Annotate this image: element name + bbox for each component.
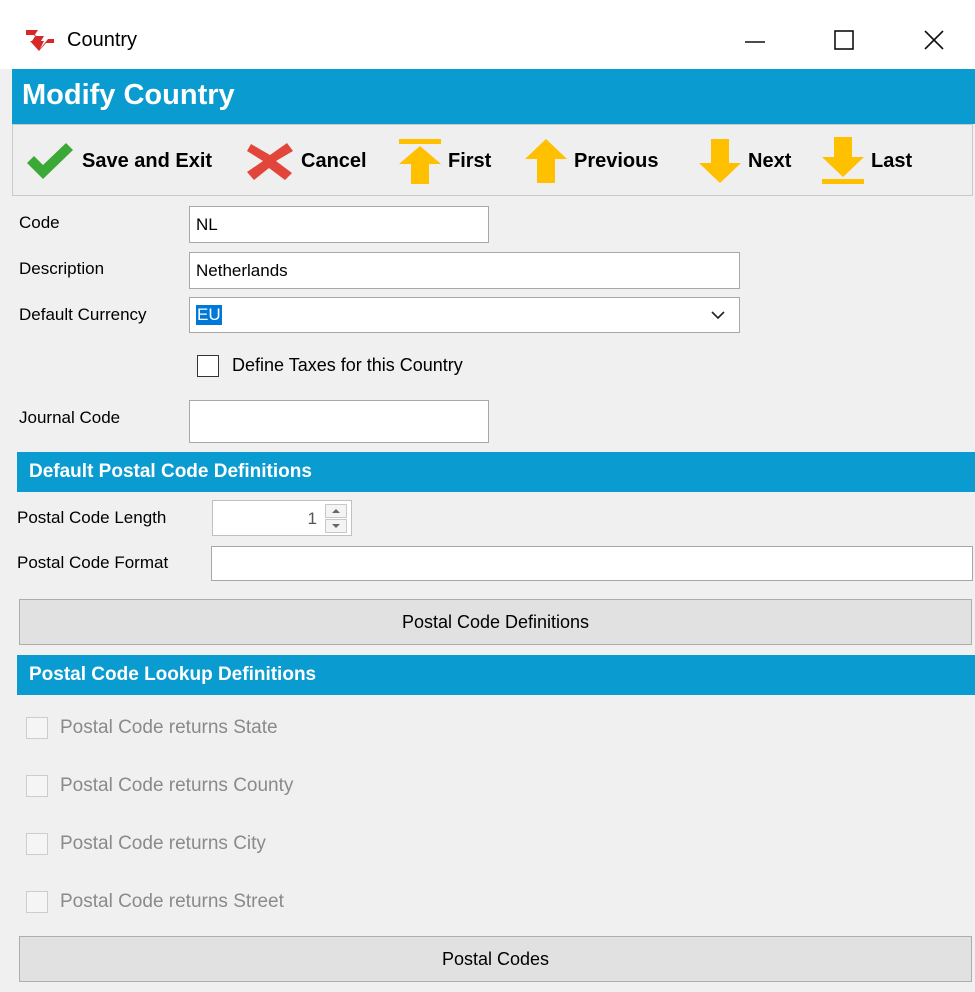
postal-code-length-label: Postal Code Length <box>17 508 167 527</box>
save-and-exit-button[interactable]: Save and Exit <box>24 136 212 186</box>
postal-code-format-label: Postal Code Format <box>17 553 169 572</box>
code-field[interactable]: NL <box>189 206 489 243</box>
postal-codes-button[interactable]: Postal Codes <box>19 936 972 982</box>
returns-city-label: Postal Code returns City <box>60 833 266 854</box>
previous-button[interactable]: Previous <box>524 136 658 186</box>
checkmark-icon <box>27 143 73 179</box>
define-taxes-label: Define Taxes for this Country <box>232 355 463 375</box>
postal-code-length-stepper[interactable]: 1 <box>212 500 352 536</box>
page-title: Modify Country <box>22 79 235 111</box>
cancel-label: Cancel <box>301 149 367 172</box>
postal-code-definitions-button[interactable]: Postal Code Definitions <box>19 599 972 645</box>
postal-code-format-field[interactable] <box>211 546 973 581</box>
postal-lookup-section-header: Postal Code Lookup Definitions <box>17 655 975 695</box>
stepper-down-button[interactable] <box>325 519 347 533</box>
code-label: Code <box>19 213 60 232</box>
postal-code-length-value: 1 <box>307 509 317 528</box>
default-currency-select[interactable]: EU <box>189 297 740 333</box>
returns-street-checkbox[interactable] <box>26 891 48 913</box>
caret-up-icon <box>332 509 340 513</box>
description-label: Description <box>19 259 105 278</box>
stepper-up-button[interactable] <box>325 504 347 518</box>
window-title: Country <box>67 29 138 51</box>
next-button[interactable]: Next <box>698 136 791 186</box>
next-label: Next <box>748 149 792 172</box>
minimize-button[interactable] <box>733 20 777 60</box>
chevron-down-icon <box>711 311 725 320</box>
save-and-exit-label: Save and Exit <box>82 149 213 172</box>
journal-code-field[interactable] <box>189 400 489 443</box>
last-label: Last <box>871 149 913 172</box>
returns-state-label: Postal Code returns State <box>60 717 278 738</box>
journal-code-label: Journal Code <box>19 408 121 427</box>
arrow-first-icon <box>399 139 441 184</box>
maximize-icon <box>834 30 854 50</box>
define-taxes-checkbox[interactable] <box>197 355 219 377</box>
returns-county-label: Postal Code returns County <box>60 775 294 796</box>
first-label: First <box>448 149 492 172</box>
minimize-icon <box>745 41 765 43</box>
selected-currency: EU <box>196 305 222 325</box>
returns-city-checkbox[interactable] <box>26 833 48 855</box>
returns-state-checkbox[interactable] <box>26 717 48 739</box>
returns-county-checkbox[interactable] <box>26 775 48 797</box>
caret-down-icon <box>332 524 340 528</box>
arrow-up-icon <box>525 139 567 183</box>
returns-street-label: Postal Code returns Street <box>60 891 284 912</box>
last-button[interactable]: Last <box>821 136 912 186</box>
cancel-x-icon <box>247 143 293 180</box>
default-postal-section-header: Default Postal Code Definitions <box>17 452 975 492</box>
maximize-button[interactable] <box>822 20 866 60</box>
cancel-button[interactable]: Cancel <box>245 136 367 186</box>
arrow-down-icon <box>699 139 741 183</box>
first-button[interactable]: First <box>398 136 491 186</box>
arrow-last-icon <box>822 137 864 184</box>
description-field[interactable]: Netherlands <box>189 252 740 289</box>
default-currency-label: Default Currency <box>19 305 147 324</box>
previous-label: Previous <box>574 149 659 172</box>
close-button[interactable] <box>912 20 956 60</box>
close-icon <box>924 30 944 50</box>
app-logo-icon <box>24 27 58 53</box>
